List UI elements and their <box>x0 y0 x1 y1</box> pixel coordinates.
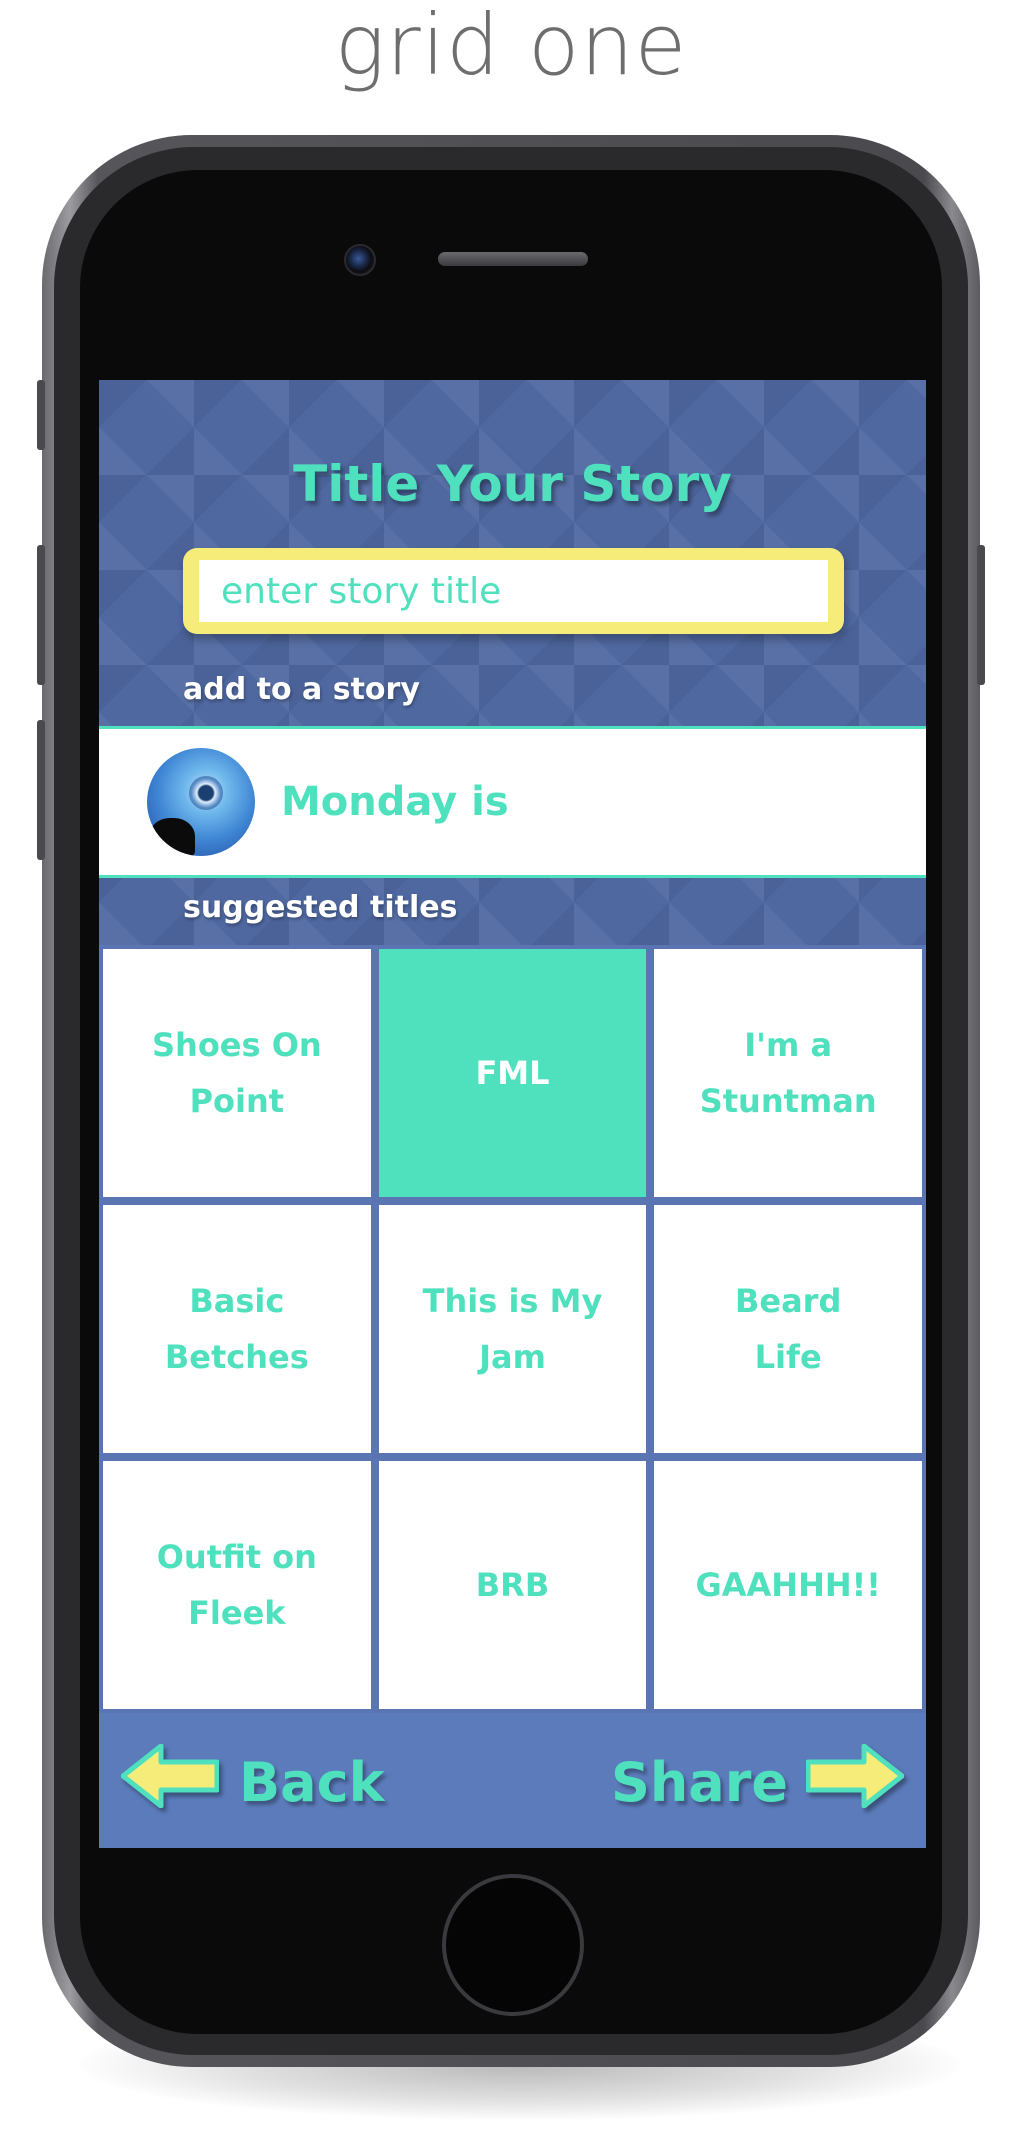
story-avatar <box>147 748 255 856</box>
suggestion-tile[interactable]: This is My Jam <box>378 1205 647 1453</box>
suggestion-tile[interactable]: GAAHHH!! <box>654 1461 922 1709</box>
back-button[interactable]: Back <box>120 1743 385 1817</box>
suggestion-tile[interactable]: I'm a Stuntman <box>654 949 922 1197</box>
share-button[interactable]: Share <box>610 1743 905 1817</box>
suggestion-tile[interactable]: Shoes On Point <box>103 949 371 1197</box>
add-to-story-label: add to a story <box>183 672 420 707</box>
home-button[interactable] <box>442 1874 584 2016</box>
left-arrow-icon <box>120 1743 220 1821</box>
suggestion-tile[interactable]: FML <box>378 949 647 1197</box>
suggested-titles-label: suggested titles <box>183 890 458 925</box>
back-label: Back <box>239 1750 385 1814</box>
right-arrow-icon <box>805 1743 905 1821</box>
suggestion-tile[interactable]: BRB <box>378 1461 647 1709</box>
suggestion-tile[interactable]: Basic Betches <box>103 1205 371 1453</box>
bottom-nav-bar: Back Share <box>99 1713 926 1848</box>
story-title-input[interactable] <box>199 560 828 622</box>
earpiece-speaker <box>438 252 588 266</box>
volume-up-button <box>37 545 45 685</box>
power-button <box>977 545 985 685</box>
page-title: Title Your Story <box>293 455 732 513</box>
avatar-hub <box>189 776 223 810</box>
existing-story-item[interactable]: Monday is <box>99 726 926 878</box>
mute-switch <box>37 380 45 450</box>
suggested-titles-grid: Shoes On Point FML I'm a Stuntman Basic … <box>99 945 926 1713</box>
existing-story-name: Monday is <box>281 779 509 825</box>
app-screen: Title Your Story add to a story Monday i… <box>99 380 926 1848</box>
share-label: Share <box>610 1750 788 1814</box>
suggestion-tile[interactable]: Beard Life <box>654 1205 922 1453</box>
avatar-shadow <box>149 818 195 856</box>
volume-down-button <box>37 720 45 860</box>
caption: grid one <box>334 0 688 94</box>
title-input-frame <box>183 548 844 634</box>
suggestion-tile[interactable]: Outfit on Fleek <box>103 1461 371 1709</box>
front-camera-icon <box>344 244 376 276</box>
